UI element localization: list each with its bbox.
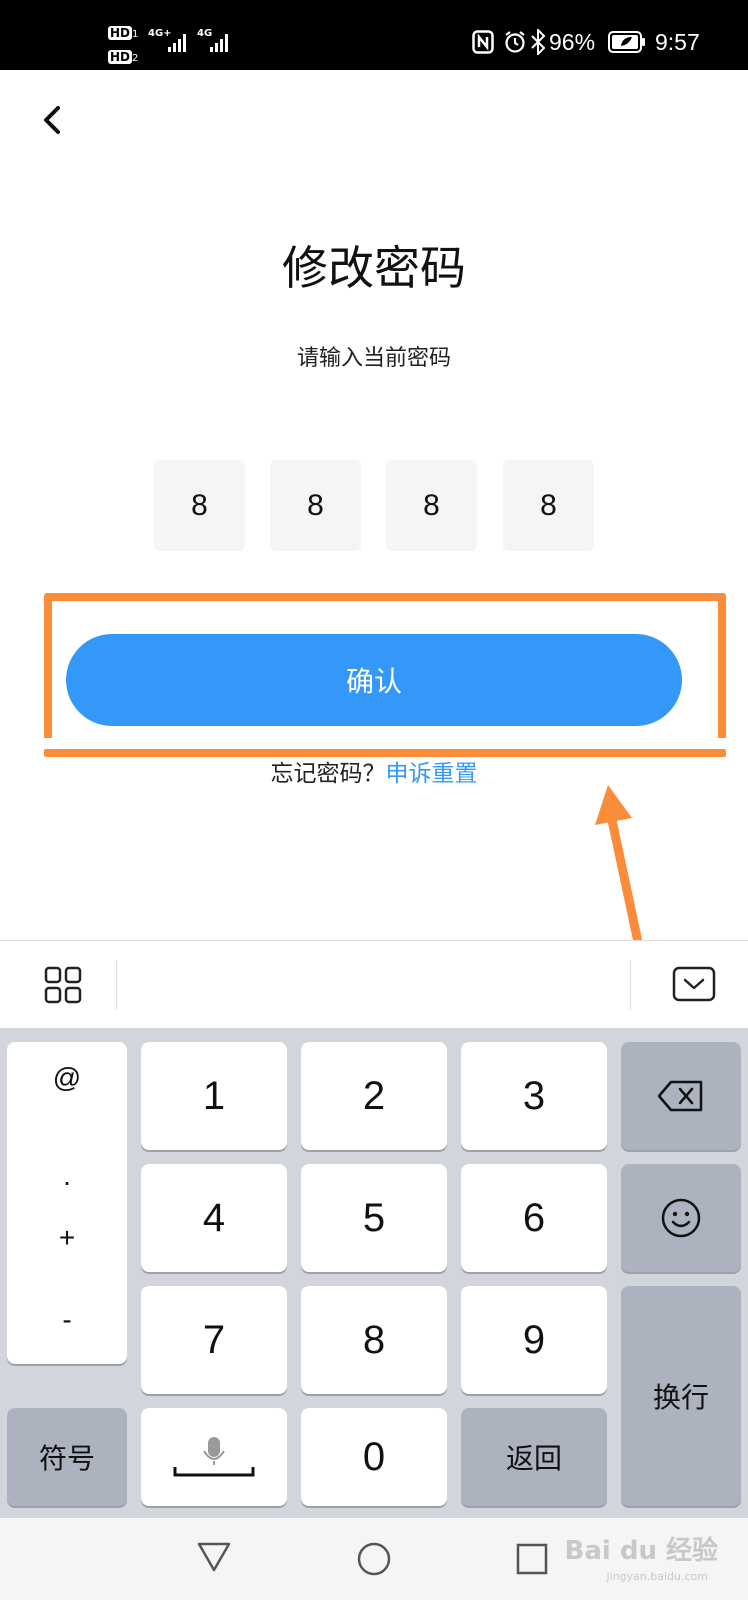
return-key[interactable]: 返回 <box>461 1408 607 1506</box>
nfc-icon <box>472 30 494 54</box>
microphone-icon <box>173 1437 255 1477</box>
bluetooth-icon <box>531 29 546 55</box>
hd1-sub: 1 <box>132 29 139 40</box>
hd2-sub: 2 <box>132 53 139 64</box>
highlight-bottom-edge <box>44 749 726 757</box>
toolbar-divider <box>630 960 631 1010</box>
key-7[interactable]: 7 <box>141 1286 287 1394</box>
hd2-badge: HD <box>108 50 133 64</box>
battery-percent: 96% <box>549 29 596 55</box>
key-9[interactable]: 9 <box>461 1286 607 1394</box>
backspace-key[interactable] <box>621 1042 741 1150</box>
symbols-toggle-key[interactable]: 符号 <box>7 1408 127 1506</box>
signal-icon <box>168 32 190 52</box>
voice-key[interactable] <box>141 1408 287 1506</box>
nav-recents-icon[interactable] <box>516 1543 548 1575</box>
key-3[interactable]: 3 <box>461 1042 607 1150</box>
sim1-indicator: HD 1 <box>108 22 138 41</box>
key-1[interactable]: 1 <box>141 1042 287 1150</box>
pin-digit-box[interactable]: 8 <box>386 460 477 551</box>
hide-keyboard-icon[interactable] <box>672 966 716 1002</box>
status-bar: HD 1 HD 2 4G+ 4G 96% 9:57 <box>0 0 748 70</box>
back-arrow-icon[interactable] <box>38 100 68 140</box>
key-2[interactable]: 2 <box>301 1042 447 1150</box>
pin-digit-box[interactable]: 8 <box>154 460 245 551</box>
enter-key[interactable]: 换行 <box>621 1286 741 1506</box>
emoji-key[interactable] <box>621 1164 741 1272</box>
pin-digit-box[interactable]: 8 <box>503 460 594 551</box>
hd1-badge: HD <box>108 26 133 40</box>
key-0[interactable]: 0 <box>301 1408 447 1506</box>
forgot-text: 忘记密码？ <box>270 761 386 787</box>
highlight-frame <box>44 593 726 757</box>
key-4[interactable]: 4 <box>141 1164 287 1272</box>
watermark-brand: Bai du 经验 <box>564 1536 719 1566</box>
nav-back-icon[interactable] <box>196 1540 232 1574</box>
sim2-indicator: HD 2 <box>108 46 138 65</box>
symbol-key-minus[interactable]: - <box>7 1304 127 1336</box>
page-subtitle: 请输入当前密码 <box>296 346 451 371</box>
pin-digit-box[interactable]: 8 <box>270 460 361 551</box>
symbol-key-plus[interactable]: + <box>7 1222 127 1254</box>
symbol-list-panel[interactable]: @ . + - <box>7 1042 127 1364</box>
key-6[interactable]: 6 <box>461 1164 607 1272</box>
watermark-url: jingyan.baidu.com <box>606 1570 708 1583</box>
alarm-icon <box>505 31 525 53</box>
symbol-key-at[interactable]: @ <box>7 1062 127 1094</box>
keyboard-toolbar <box>0 940 748 1029</box>
toolbar-divider <box>116 960 117 1010</box>
signal-icon <box>210 32 232 52</box>
clock: 9:57 <box>655 29 700 55</box>
grid-icon[interactable] <box>44 966 82 1004</box>
key-8[interactable]: 8 <box>301 1286 447 1394</box>
smiley-icon <box>661 1198 701 1238</box>
nav-home-icon[interactable] <box>356 1541 392 1577</box>
key-5[interactable]: 5 <box>301 1164 447 1272</box>
backspace-icon <box>657 1080 703 1112</box>
page-title: 修改密码 <box>282 241 466 295</box>
appeal-reset-link[interactable]: 申诉重置 <box>386 761 478 787</box>
battery-icon <box>608 31 645 53</box>
symbol-key-dot[interactable]: . <box>7 1160 127 1192</box>
